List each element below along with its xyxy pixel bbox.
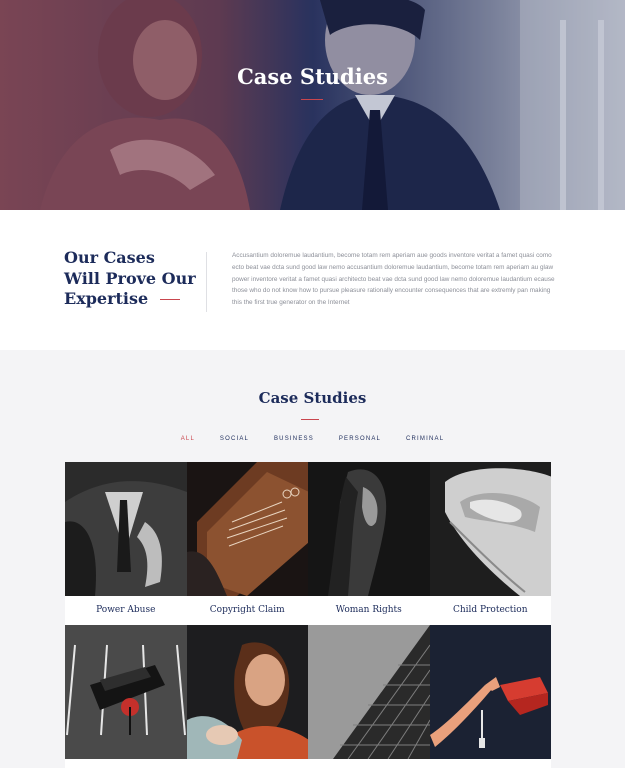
hero-background-image: [0, 0, 625, 210]
case-caption: [308, 759, 430, 768]
intro-paragraph: Accusantium doloremue laudantium, become…: [232, 252, 555, 307]
case-card-7[interactable]: [308, 625, 430, 768]
case-card-power-abuse[interactable]: Power Abuse: [65, 462, 187, 625]
case-caption: Child Protection: [429, 596, 551, 625]
case-studies-section: Case Studies ALL SOCIAL BUSINESS PERSONA…: [0, 350, 625, 768]
case-card-5[interactable]: [65, 625, 187, 768]
intro-heading: Our Cases Will Prove Our Expertise: [64, 248, 196, 310]
intro-heading-line-3-wrap: Expertise: [64, 289, 196, 310]
case-card-6[interactable]: [186, 625, 308, 768]
intro-heading-line-3: Expertise: [64, 289, 149, 308]
case-card-woman-rights[interactable]: Woman Rights: [308, 462, 430, 625]
intro-section: Our Cases Will Prove Our Expertise Accus…: [0, 210, 625, 350]
case-caption: Power Abuse: [65, 596, 187, 625]
hero-banner: Case Studies: [0, 0, 625, 210]
woman-photo-icon: [308, 462, 430, 596]
suit-photo-icon: [65, 462, 187, 596]
building-photo-icon: [308, 625, 430, 759]
filter-criminal[interactable]: CRIMINAL: [406, 436, 444, 442]
intro-heading-line-2: Will Prove Our: [64, 268, 196, 288]
intro-divider: [206, 252, 207, 312]
hero-title: Case Studies: [237, 64, 388, 89]
case-caption: Woman Rights: [308, 596, 430, 625]
case-card-8[interactable]: [429, 625, 551, 768]
filter-personal[interactable]: PERSONAL: [339, 436, 381, 442]
case-caption: [186, 759, 308, 768]
case-caption: [429, 759, 551, 768]
hands-photo-icon: [429, 462, 551, 596]
filter-tabs: ALL SOCIAL BUSINESS PERSONAL CRIMINAL: [0, 436, 625, 442]
case-card-child-protection[interactable]: Child Protection: [429, 462, 551, 625]
parking-car-photo-icon: [65, 625, 187, 759]
case-card-copyright-claim[interactable]: Copyright Claim: [186, 462, 308, 625]
case-caption: Copyright Claim: [186, 596, 308, 625]
graduation-cap-photo-icon: [429, 625, 551, 759]
filter-business[interactable]: BUSINESS: [274, 436, 314, 442]
intro-heading-accent-line: [160, 299, 181, 300]
filter-all[interactable]: ALL: [181, 436, 195, 442]
smiling-woman-photo-icon: [186, 625, 308, 759]
book-photo-icon: [186, 462, 308, 596]
hero-title-underline: [301, 99, 323, 100]
case-studies-underline: [301, 419, 319, 420]
filter-social[interactable]: SOCIAL: [220, 436, 249, 442]
intro-heading-line-1: Our Cases: [64, 248, 155, 267]
case-caption: [65, 759, 187, 768]
case-studies-title: Case Studies: [258, 389, 367, 407]
